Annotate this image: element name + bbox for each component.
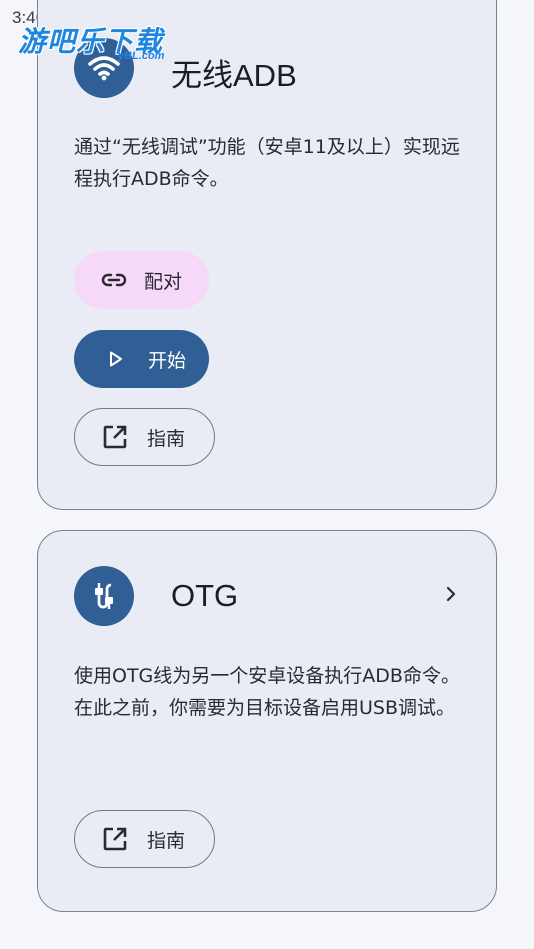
pair-button[interactable]: 配对 — [74, 251, 209, 309]
pair-button-label: 配对 — [144, 270, 183, 293]
card-description: 使用OTG线为另一个安卓设备执行ADB命令。在此之前，你需要为目标设备启用USB… — [74, 665, 460, 719]
start-button[interactable]: 开始 — [74, 330, 209, 388]
card-title: OTG — [171, 578, 239, 613]
wireless-adb-card: 无线ADB 通过“无线调试”功能（安卓11及以上）实现远程执行ADB命令。 配对… — [37, 0, 497, 510]
card-title: 无线ADB — [171, 58, 297, 93]
start-button-label: 开始 — [148, 349, 187, 372]
otg-card[interactable]: OTG 使用OTG线为另一个安卓设备执行ADB命令。在此之前，你需要为目标设备启… — [37, 530, 497, 912]
play-icon — [102, 345, 130, 373]
guide-button[interactable]: 指南 — [74, 408, 215, 466]
guide-button[interactable]: 指南 — [74, 810, 215, 868]
open-external-icon — [101, 423, 129, 451]
usb-cable-icon — [74, 566, 134, 626]
guide-button-label: 指南 — [147, 427, 186, 450]
watermark-sub: yBL.com — [118, 50, 165, 62]
open-external-icon — [101, 825, 129, 853]
watermark-logo: 游吧乐下载 yBL.com — [18, 20, 188, 68]
app-screen: 3:46 无线ADB 通过“无线调试”功能（安卓11及以上）实现远程执行ADB命… — [0, 0, 534, 949]
guide-button-label: 指南 — [147, 829, 186, 852]
card-description: 通过“无线调试”功能（安卓11及以上）实现远程执行ADB命令。 — [74, 136, 460, 190]
chevron-right-icon[interactable] — [446, 586, 456, 606]
link-icon — [100, 266, 128, 294]
